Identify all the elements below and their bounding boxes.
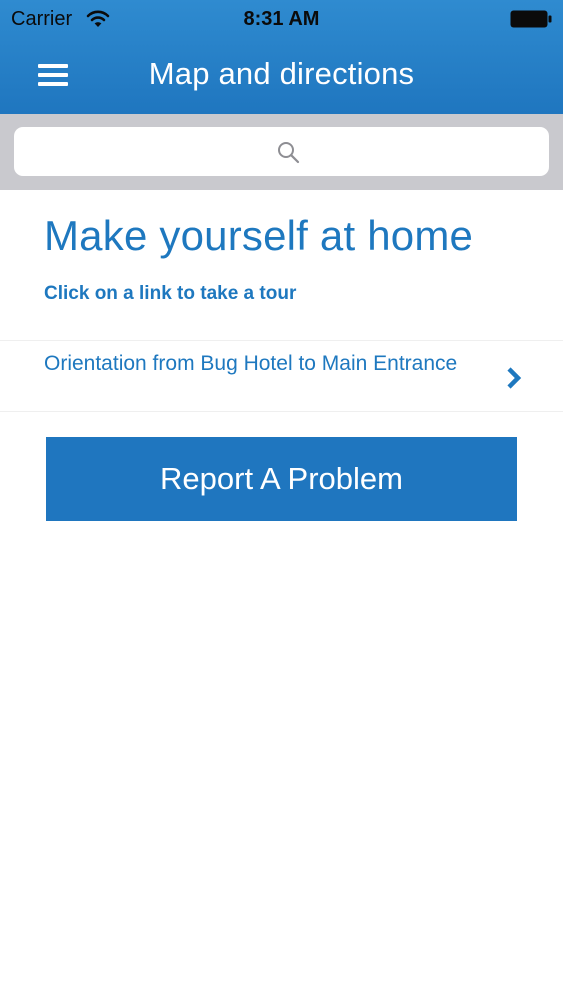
- app-header: Carrier 8:31 AM Map and directions: [0, 0, 563, 114]
- search-input[interactable]: [14, 127, 549, 176]
- page-title: Map and directions: [148, 56, 415, 91]
- status-time: 8:31 AM: [243, 8, 320, 30]
- tour-link-label: Orientation from Bug Hotel to Main Entra…: [44, 352, 458, 375]
- status-bar: Carrier 8:31 AM: [0, 0, 563, 38]
- search-icon: [278, 142, 300, 164]
- tour-link-orientation[interactable]: Orientation from Bug Hotel to Main Entra…: [0, 340, 563, 412]
- welcome-heading: Make yourself at home: [44, 212, 474, 259]
- chevron-right-icon: [507, 367, 522, 389]
- search-bar: [0, 114, 563, 190]
- report-problem-button[interactable]: Report A Problem: [46, 437, 517, 521]
- tour-instruction: Click on a link to take a tour: [44, 283, 297, 304]
- battery-icon: [510, 10, 552, 28]
